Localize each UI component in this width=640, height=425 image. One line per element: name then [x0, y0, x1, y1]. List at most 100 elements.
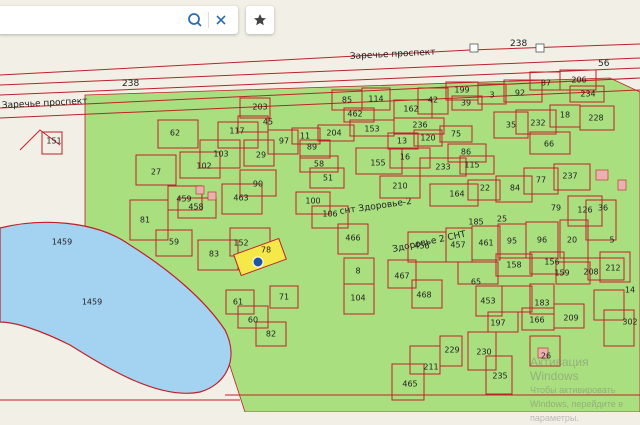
plot-number-label[interactable]: 85 — [342, 96, 352, 105]
location-marker-icon[interactable] — [252, 256, 264, 268]
plot-number-label[interactable]: 206 — [571, 76, 586, 85]
plot-number-label[interactable]: 151 — [46, 137, 61, 146]
plot-number-label[interactable]: 45 — [263, 118, 273, 127]
plot-number-label[interactable]: 208 — [583, 268, 598, 277]
plot-number-label[interactable]: 156 — [544, 258, 559, 267]
plot-number-label[interactable]: 86 — [461, 148, 471, 157]
plot-number-label[interactable]: 62 — [170, 129, 180, 138]
plot-number-label[interactable]: 210 — [392, 182, 407, 191]
plot-number-label[interactable]: 58 — [314, 160, 324, 169]
plot-number-label[interactable]: 126 — [577, 206, 592, 215]
plot-number-label[interactable]: 211 — [423, 363, 438, 372]
plot-number-label[interactable]: 39 — [461, 99, 471, 108]
plot-number-label[interactable]: 61 — [233, 298, 243, 307]
plot-number-label[interactable]: 42 — [428, 96, 438, 105]
plot-number-label[interactable]: 103 — [213, 150, 228, 159]
plot-number-label[interactable]: 8 — [355, 267, 360, 276]
plot-number-label[interactable]: 25 — [497, 215, 507, 224]
plot-number-label[interactable]: 458 — [188, 203, 203, 212]
search-input[interactable] — [0, 6, 188, 36]
plot-number-label[interactable]: 183 — [534, 299, 549, 308]
plot-number-label[interactable]: 27 — [151, 168, 161, 177]
plot-number-label[interactable]: 209 — [563, 314, 578, 323]
plot-number-label[interactable]: 97 — [279, 137, 289, 146]
plot-number-label[interactable]: 465 — [402, 380, 417, 389]
plot-number-label[interactable]: 22 — [480, 184, 490, 193]
plot-number-label[interactable]: 463 — [233, 194, 248, 203]
plot-number-label[interactable]: 51 — [323, 174, 333, 183]
plot-number-label[interactable]: 75 — [451, 130, 461, 139]
plot-number-label[interactable]: 235 — [492, 372, 507, 381]
plot-number-label[interactable]: 158 — [506, 261, 521, 270]
plot-number-label[interactable]: 468 — [416, 291, 431, 300]
plot-number-label[interactable]: 166 — [529, 316, 544, 325]
plot-number-label[interactable]: 60 — [248, 316, 258, 325]
plot-number-label[interactable]: 302 — [622, 318, 637, 327]
plot-number-label[interactable]: 35 — [506, 121, 516, 130]
plot-number-label[interactable]: 92 — [515, 89, 525, 98]
search-icon[interactable] — [186, 11, 204, 29]
plot-number-label[interactable]: 83 — [209, 250, 219, 259]
plot-number-label[interactable]: 197 — [490, 319, 505, 328]
plot-number-label[interactable]: 26 — [541, 352, 551, 361]
plot-number-label[interactable]: 203 — [252, 103, 267, 112]
plot-number-label[interactable]: 233 — [435, 163, 450, 172]
plot-number-label[interactable]: 461 — [478, 239, 493, 248]
plot-number-label[interactable]: 232 — [530, 119, 545, 128]
plot-number-label[interactable]: 199 — [454, 86, 469, 95]
plot-number-label[interactable]: 466 — [345, 234, 360, 243]
plot-number-label[interactable]: 117 — [229, 127, 244, 136]
plot-number-label[interactable]: 90 — [253, 180, 263, 189]
favorite-button[interactable] — [246, 6, 274, 34]
plot-number-label[interactable]: 229 — [444, 346, 459, 355]
plot-number-label[interactable]: 36 — [598, 204, 608, 213]
plot-number-label[interactable]: 159 — [554, 269, 569, 278]
plot-number-label[interactable]: 18 — [560, 111, 570, 120]
plot-number-label[interactable]: 185 — [468, 218, 483, 227]
plot-number-label[interactable]: 228 — [588, 114, 603, 123]
plot-number-label[interactable]: 152 — [233, 239, 248, 248]
plot-number-label[interactable]: 457 — [450, 241, 465, 250]
plot-number-label[interactable]: 230 — [476, 348, 491, 357]
plot-number-label[interactable]: 79 — [551, 204, 561, 213]
plot-number-label[interactable]: 204 — [326, 129, 341, 138]
plot-number-label[interactable]: 5 — [609, 236, 614, 245]
plot-number-label[interactable]: 237 — [562, 172, 577, 181]
plot-number-label[interactable]: 120 — [420, 134, 435, 143]
plot-number-label[interactable]: 164 — [449, 190, 464, 199]
plot-number-label[interactable]: 115 — [464, 161, 479, 170]
plot-number-label[interactable]: 14 — [625, 286, 635, 295]
plot-number-label[interactable]: 16 — [400, 153, 410, 162]
close-icon[interactable] — [212, 11, 230, 29]
plot-number-label[interactable]: 212 — [605, 264, 620, 273]
plot-number-label[interactable]: 59 — [169, 238, 179, 247]
plot-number-label[interactable]: 77 — [536, 176, 546, 185]
plot-number-label[interactable]: 71 — [279, 293, 289, 302]
plot-number-label[interactable]: 236 — [412, 121, 427, 130]
plot-number-label[interactable]: 11 — [300, 132, 310, 141]
plot-number-label[interactable]: 78 — [261, 246, 271, 255]
plot-number-label[interactable]: 462 — [347, 110, 362, 119]
plot-number-label[interactable]: 66 — [544, 140, 554, 149]
plot-number-label[interactable]: 114 — [368, 95, 383, 104]
plot-number-label[interactable]: 89 — [307, 143, 317, 152]
plot-number-label[interactable]: 65 — [471, 278, 481, 287]
plot-number-label[interactable]: 95 — [507, 237, 517, 246]
plot-number-label[interactable]: 84 — [510, 184, 520, 193]
plot-number-label[interactable]: 467 — [394, 272, 409, 281]
plot-number-label[interactable]: 29 — [256, 151, 266, 160]
plot-number-label[interactable]: 106 — [322, 210, 337, 219]
plot-number-label[interactable]: 20 — [567, 236, 577, 245]
plot-number-label[interactable]: 153 — [364, 125, 379, 134]
plot-number-label[interactable]: 453 — [480, 297, 495, 306]
plot-number-label[interactable]: 13 — [397, 137, 407, 146]
plot-number-label[interactable]: 162 — [403, 105, 418, 114]
plot-number-label[interactable]: 81 — [140, 216, 150, 225]
plot-number-label[interactable]: 3 — [489, 91, 494, 100]
plot-number-label[interactable]: 234 — [580, 90, 595, 99]
plot-number-label[interactable]: 456 — [414, 242, 429, 251]
plot-number-label[interactable]: 87 — [541, 79, 551, 88]
plot-number-label[interactable]: 102 — [196, 162, 211, 171]
plot-number-label[interactable]: 100 — [305, 197, 320, 206]
plot-number-label[interactable]: 104 — [350, 294, 365, 303]
